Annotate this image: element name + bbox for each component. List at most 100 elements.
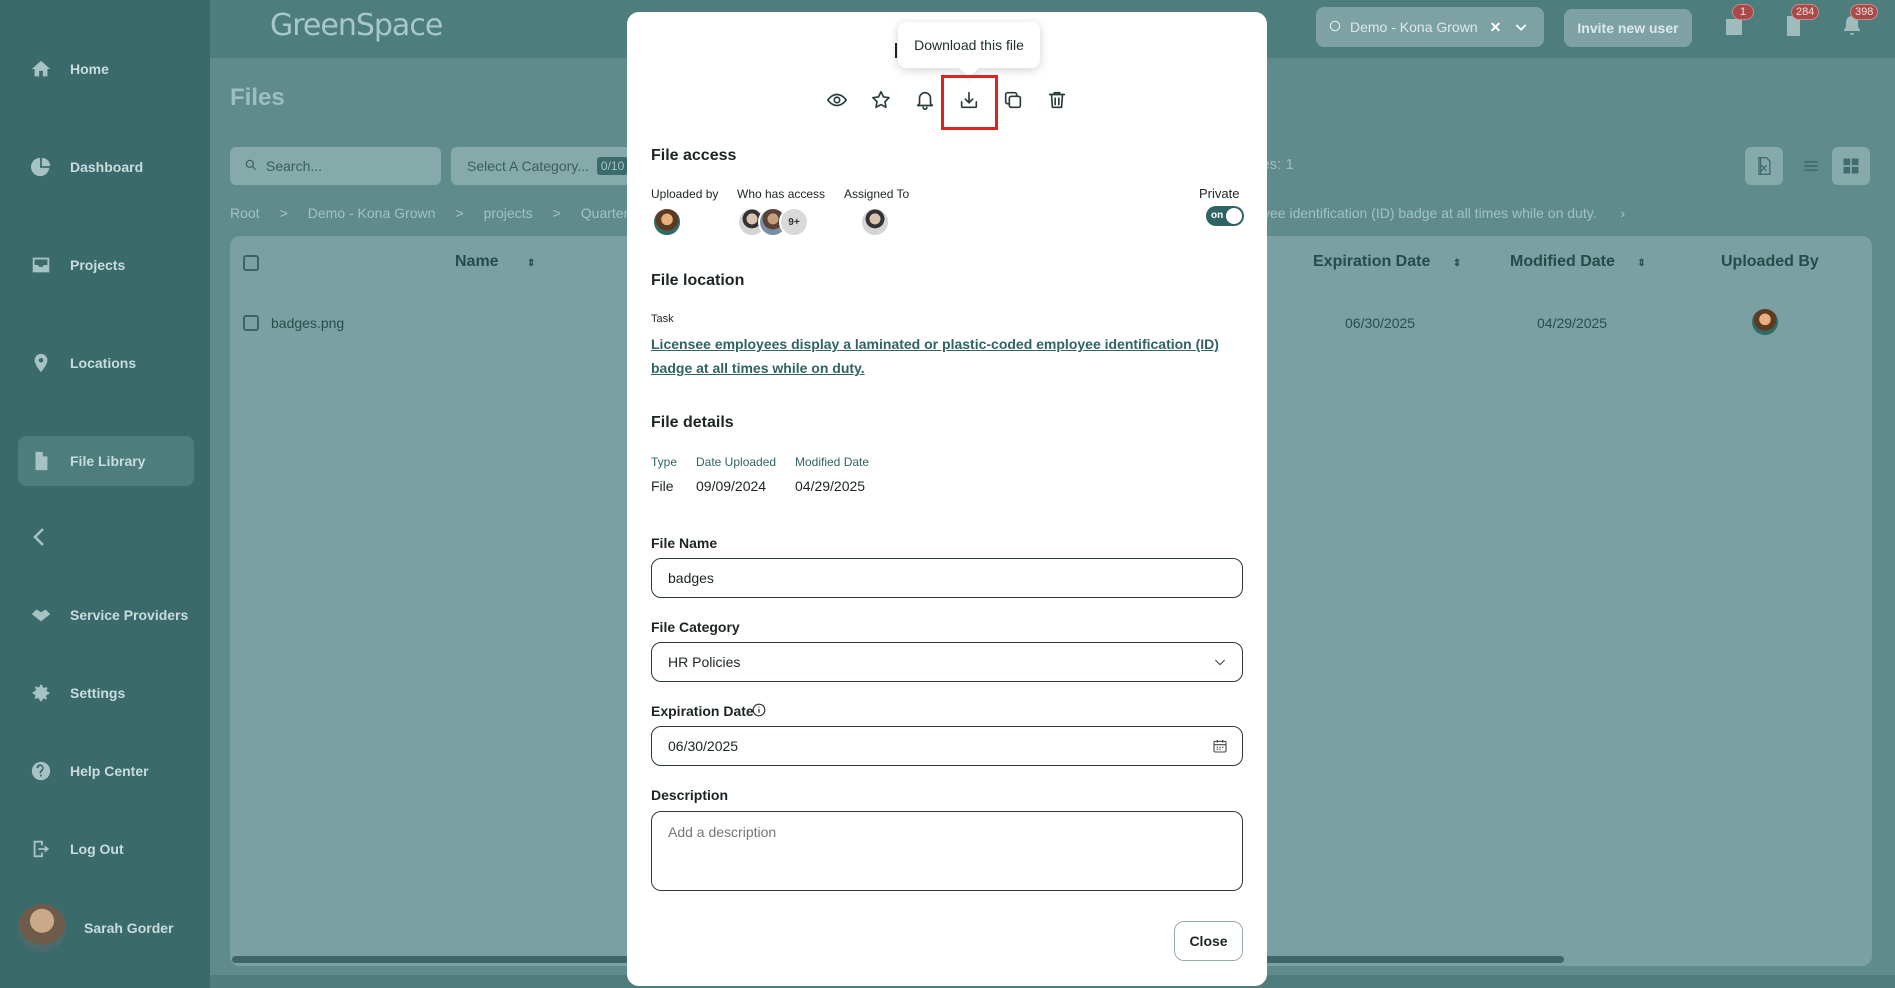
row-checkbox[interactable] [243,315,259,331]
sidebar-item-label: Projects [70,257,126,273]
user-name: Sarah Gorder [84,920,174,936]
toggle-knob [1226,208,1242,224]
row-modified-date: 04/29/2025 [1537,315,1608,331]
list-view-button[interactable] [1792,147,1830,185]
breadcrumb: Root > Demo - Kona Grown > projects > Qu… [230,205,631,221]
expiration-date-label: Expiration Date [651,703,754,719]
column-header-expiration[interactable]: Expiration Date ⇕ [1313,253,1461,271]
duplicate-button[interactable] [999,86,1027,114]
logo: GreenSpace [270,8,443,43]
inbox-tray-icon [30,254,52,276]
organization-name: Demo - Kona Grown [1350,19,1478,35]
sidebar-item-label: Settings [70,685,126,701]
search-placeholder: Search... [266,158,323,174]
assignee-avatar[interactable] [860,207,890,237]
calendar-icon[interactable]: 1 [1722,4,1754,38]
modified-date-value: 04/29/2025 [795,478,866,494]
collapse-sidebar-chevron-left-icon[interactable] [28,525,52,549]
expiration-date-input[interactable]: 06/30/2025 [651,726,1243,766]
sidebar-item-label: Locations [70,355,137,371]
delete-button[interactable] [1043,86,1071,114]
sidebar-item-file-library[interactable]: File Library [18,436,194,486]
column-name-label: Name [455,253,499,270]
calendar-icon[interactable] [1212,738,1228,754]
expiration-date-value: 06/30/2025 [668,738,739,754]
file-access-title: File access [651,147,737,164]
organization-select[interactable]: Demo - Kona Grown ✕ [1316,7,1544,47]
breadcrumb-quarterly[interactable]: Quarterl [581,205,632,221]
uploaded-by-label: Uploaded by [651,187,719,201]
breadcrumb-task[interactable]: yee identification (ID) badge at all tim… [1263,205,1625,221]
sidebar-item-home[interactable]: Home [18,44,194,94]
row-file-name[interactable]: badges.png [271,315,344,331]
bell-icon[interactable]: 398 [1840,4,1879,38]
column-modified-label: Modified Date [1510,253,1615,270]
category-count-badge: 0/10 [596,157,629,175]
sidebar-item-dashboard[interactable]: Dashboard [18,142,194,192]
map-pin-icon [30,352,52,374]
sort-icon: ⇕ [1637,258,1646,269]
row-expiration-date: 06/30/2025 [1345,315,1416,331]
sidebar-item-settings[interactable]: Settings [18,668,194,718]
notify-button[interactable] [911,86,939,114]
column-header-modified[interactable]: Modified Date ⇕ [1510,253,1646,271]
task-label: Task [651,313,674,325]
invite-new-user-button[interactable]: Invite new user [1564,9,1692,47]
file-name-input[interactable]: badges [651,558,1243,598]
sidebar-item-log-out[interactable]: Log Out [18,824,194,874]
download-button-highlight [941,75,998,130]
who-has-access-label: Who has access [737,187,826,201]
breadcrumb-projects[interactable]: projects [484,205,533,221]
preview-button[interactable] [823,86,851,114]
sidebar-item-projects[interactable]: Projects [18,240,194,290]
sidebar-item-label: Service Providers [70,607,189,623]
sidebar-item-label: Dashboard [70,159,144,175]
list-icon [1804,161,1818,171]
private-toggle[interactable]: on [1206,206,1244,226]
chevron-down-icon [1214,659,1226,666]
sidebar-item-label: Help Center [70,763,149,779]
export-excel-button[interactable] [1745,147,1783,185]
file-category-select[interactable]: HR Policies [651,642,1243,682]
category-select[interactable]: Select A Category... 0/10 [451,147,631,185]
sort-icon: ⇕ [1452,258,1462,269]
search-input[interactable]: Search... [230,147,441,185]
breadcrumb-separator: > [552,205,561,221]
trash-icon [1048,91,1066,109]
private-label: Private [1199,186,1240,201]
documents-icon[interactable]: 284 [1781,4,1820,38]
clear-icon[interactable]: ✕ [1490,19,1502,36]
user-profile[interactable]: Sarah Gorder [18,904,173,952]
file-location-title: File location [651,272,745,289]
copy-icon [1004,91,1022,109]
close-button[interactable]: Close [1174,921,1243,961]
file-category-label: File Category [651,619,740,635]
chevron-right-icon: › [1620,205,1626,221]
more-access-count[interactable]: 9+ [779,207,809,237]
select-all-checkbox[interactable] [243,255,259,271]
description-textarea[interactable] [651,811,1243,891]
eye-icon [827,93,847,107]
logout-icon [30,838,52,860]
sidebar-item-label: Home [70,61,109,77]
leaf-icon [1328,19,1342,36]
avatar [18,904,66,952]
breadcrumb-root[interactable]: Root [230,205,260,221]
sidebar-item-help-center[interactable]: Help Center [18,746,194,796]
sidebar-item-locations[interactable]: Locations [18,338,194,388]
modified-date-label: Modified Date [795,455,870,469]
sidebar-item-service-providers[interactable]: Service Providers [18,590,194,640]
task-link[interactable]: Licensee employees display a laminated o… [651,332,1247,380]
info-icon[interactable] [752,703,766,717]
favorite-button[interactable] [867,86,895,114]
handshake-icon [30,604,52,626]
breadcrumb-org[interactable]: Demo - Kona Grown [308,205,436,221]
category-placeholder: Select A Category... [467,158,589,174]
text-caret [895,43,897,58]
chevron-down-icon[interactable] [1513,19,1529,35]
download-tooltip: Download this file [898,22,1040,68]
grid-view-button[interactable] [1832,147,1870,185]
column-header-name[interactable]: Name ⇕ [455,253,535,271]
uploader-avatar[interactable] [652,207,682,237]
sidebar-item-label: File Library [70,453,146,469]
